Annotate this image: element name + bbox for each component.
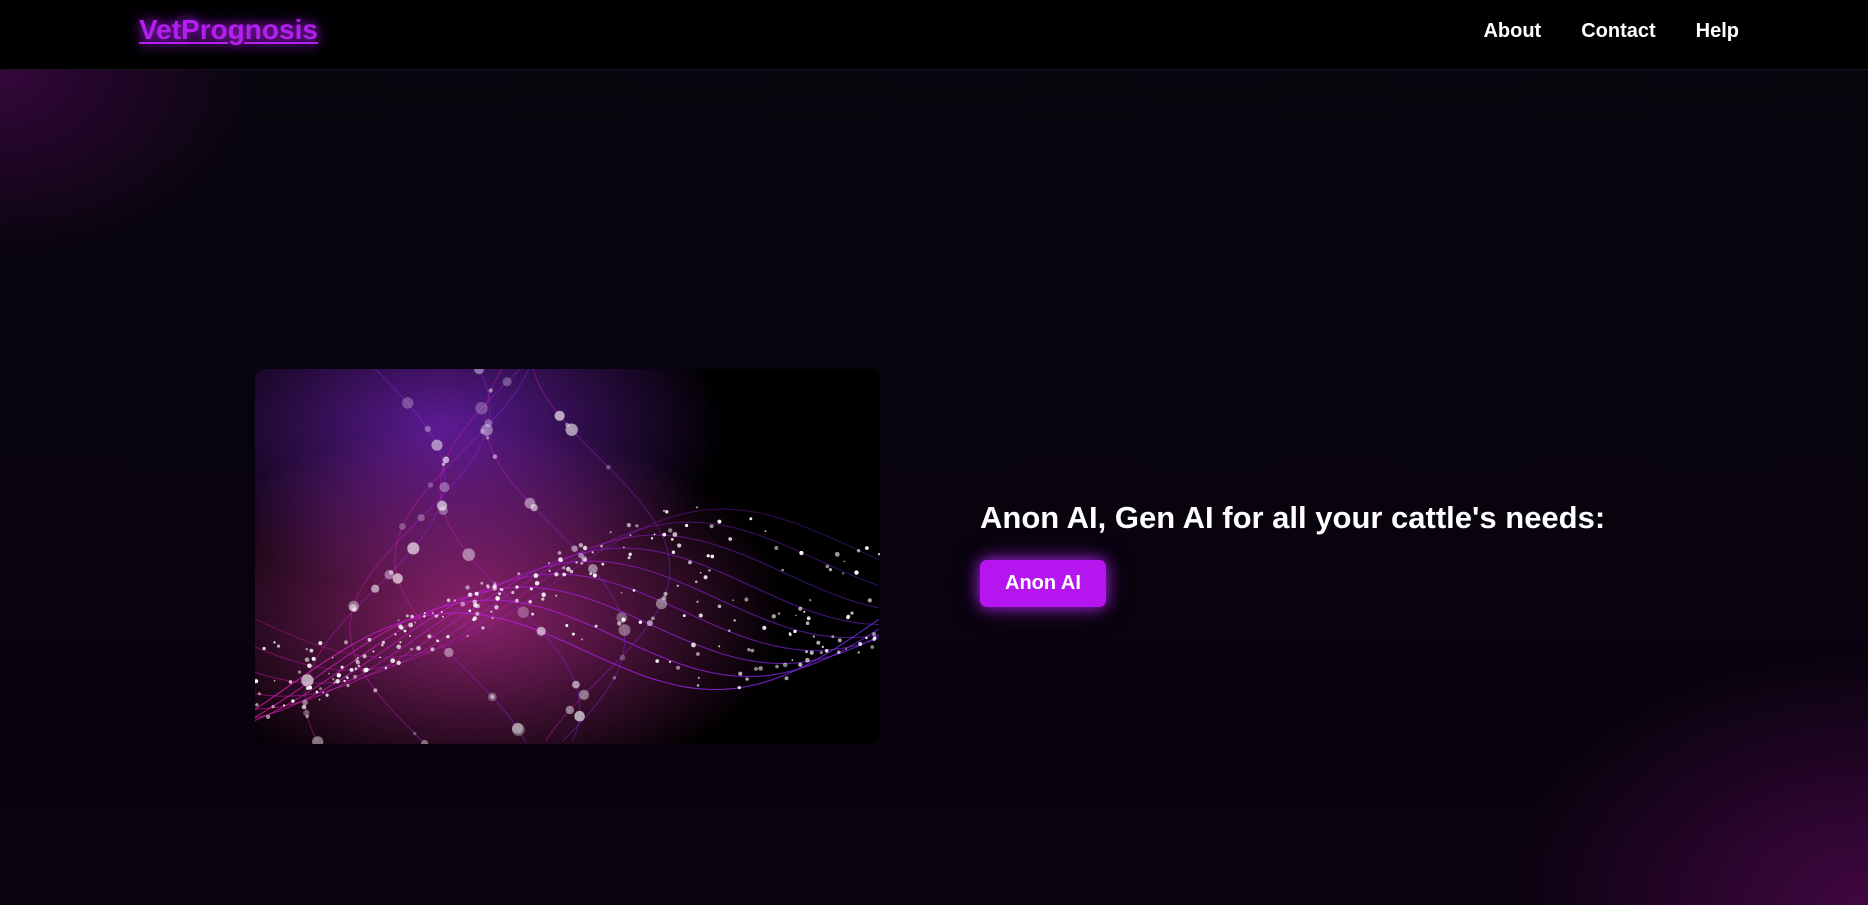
- top-navbar: VetPrognosis About Contact Help: [0, 0, 1868, 70]
- brand-logo-link[interactable]: VetPrognosis: [139, 14, 318, 46]
- page: VetPrognosis About Contact Help Anon AI,…: [0, 0, 1868, 905]
- nav-link-contact[interactable]: Contact: [1581, 20, 1655, 43]
- nav-link-about[interactable]: About: [1483, 20, 1541, 43]
- hero-image: [255, 369, 880, 744]
- nav-link-help[interactable]: Help: [1696, 20, 1739, 43]
- main-nav: About Contact Help: [1483, 20, 1739, 43]
- neural-mesh-wave-image: [255, 369, 880, 744]
- hero-text: Anon AI, Gen AI for all your cattle's ne…: [980, 500, 1605, 607]
- hero-headline: Anon AI, Gen AI for all your cattle's ne…: [980, 500, 1606, 535]
- anon-ai-button[interactable]: Anon AI: [980, 560, 1106, 607]
